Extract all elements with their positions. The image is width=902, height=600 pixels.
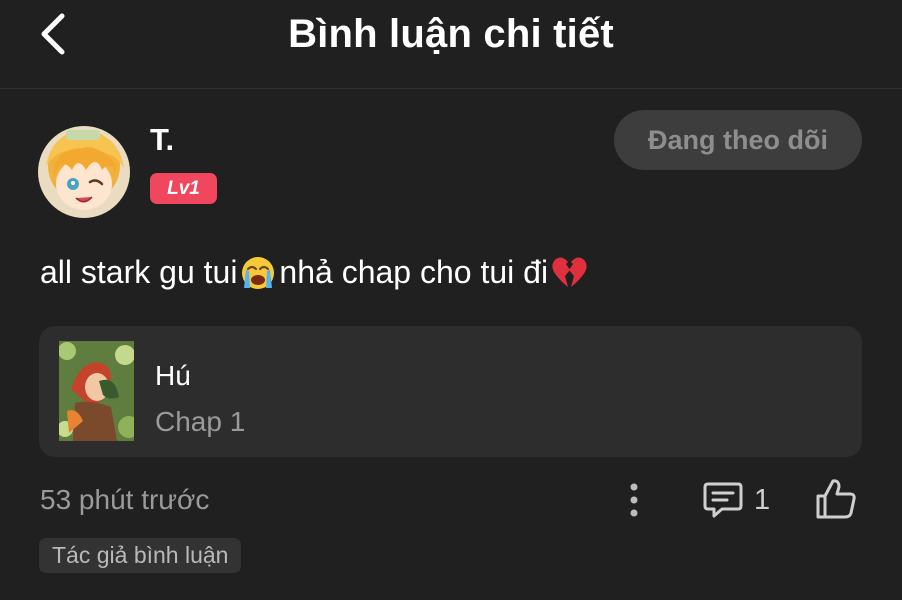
more-vertical-icon (630, 483, 638, 517)
avatar-image (38, 126, 130, 218)
comment-icon (703, 482, 743, 518)
page-title: Bình luận chi tiết (288, 12, 614, 56)
comment-text: all stark gu tui nhả chap cho tui đi (40, 252, 590, 292)
chapter-label: Chap 1 (155, 406, 246, 437)
comment-text-part-2: nhả chap cho tui đi (279, 253, 549, 290)
thumbs-up-icon (816, 479, 856, 519)
follow-button[interactable]: Đang theo dõi (614, 110, 862, 170)
reply-button[interactable]: 1 (702, 478, 782, 522)
story-title: Hú (155, 360, 191, 391)
username[interactable]: T. (150, 122, 174, 158)
header: Bình luận chi tiết (0, 0, 902, 89)
reply-count: 1 (754, 484, 771, 516)
level-badge: Lv1 (150, 173, 217, 204)
comment-text-part-1: all stark gu tui (40, 253, 238, 290)
more-options-button[interactable] (620, 480, 648, 520)
story-cover-image (59, 341, 134, 441)
chapter-card[interactable]: Hú Chap 1 (39, 326, 862, 457)
crying-face-icon (238, 252, 278, 292)
like-button[interactable] (813, 476, 859, 522)
comment-author-tag: Tác giả bình luận (39, 538, 242, 573)
avatar[interactable] (38, 126, 130, 218)
broken-heart-icon (549, 252, 589, 292)
comment-timestamp: 53 phút trước (40, 484, 210, 515)
